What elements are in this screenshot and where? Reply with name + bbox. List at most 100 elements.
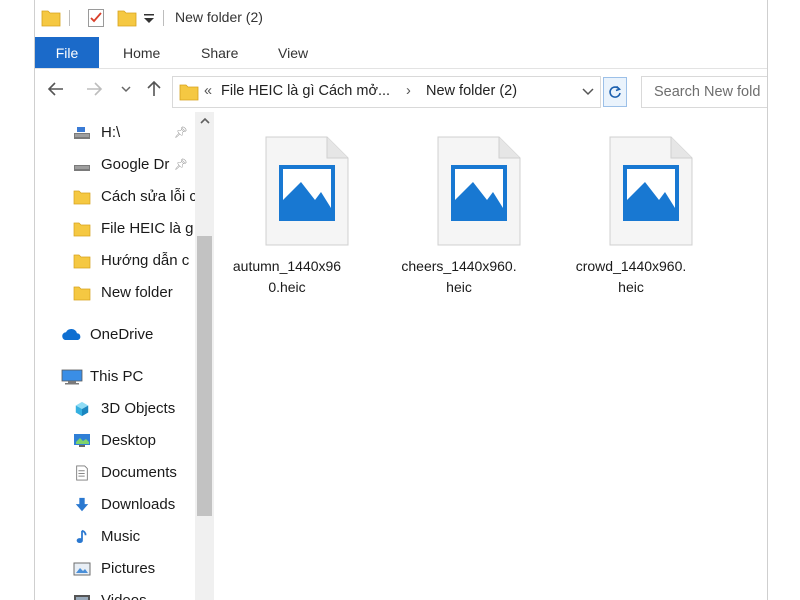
nav-label: Videos <box>101 592 195 600</box>
nav-label: This PC <box>90 368 144 385</box>
pin-icon: 📌︎ <box>174 127 188 139</box>
file-item[interactable]: autumn_1440x96 0.heic <box>217 132 357 302</box>
folder-icon <box>179 84 199 101</box>
file-name-line: heic <box>446 279 472 295</box>
folder-icon <box>73 222 91 237</box>
chevron-up-icon <box>199 117 210 124</box>
nav-item-onedrive[interactable]: OneDrive <box>35 320 215 350</box>
pc-icon <box>61 369 83 385</box>
nav-item-folder[interactable]: Hướng dẫn c <box>35 246 215 276</box>
file-list: autumn_1440x96 0.heic cheers_1440x960. h… <box>217 112 767 600</box>
file-name-line: 0.heic <box>268 279 306 295</box>
drive-icon <box>74 165 90 171</box>
chevron-down-icon[interactable] <box>581 86 595 98</box>
nav-item-desktop[interactable]: Desktop <box>35 426 215 456</box>
arrow-right-icon <box>87 82 103 96</box>
window-title: New folder (2) <box>175 9 263 25</box>
image-file-icon <box>437 136 521 246</box>
pin-icon: 📌︎ <box>174 159 188 171</box>
breadcrumb-current[interactable]: New folder (2) <box>426 83 517 99</box>
file-name-line: cheers_1440x960. <box>401 258 517 274</box>
search-placeholder: Search New fold <box>654 84 761 100</box>
file-name-line: heic <box>618 279 644 295</box>
nav-label: Cách sửa lỗi c <box>101 188 195 205</box>
explorer-window: New folder (2) File Home Share View « Fi… <box>34 0 768 600</box>
tab-share[interactable]: Share <box>201 37 238 68</box>
tab-file[interactable]: File <box>35 37 99 68</box>
music-icon <box>76 529 87 544</box>
nav-item-folder[interactable]: Cách sửa lỗi c <box>35 182 215 212</box>
folder-icon <box>73 254 91 269</box>
recent-locations-button[interactable] <box>120 80 132 102</box>
image-file-icon <box>265 136 349 246</box>
back-button[interactable] <box>47 80 65 102</box>
cube-icon <box>75 401 89 417</box>
scroll-thumb[interactable] <box>197 236 212 516</box>
file-item[interactable]: cheers_1440x960. heic <box>389 132 529 302</box>
arrow-left-icon <box>47 82 63 96</box>
file-name: cheers_1440x960. heic <box>389 256 529 298</box>
arrow-up-icon <box>147 80 161 96</box>
chevron-down-icon <box>121 86 131 93</box>
nav-item-google-drive[interactable]: Google Dr 📌︎ <box>35 150 215 180</box>
documents-icon <box>76 465 88 481</box>
videos-icon <box>74 595 90 600</box>
tab-view[interactable]: View <box>278 37 308 68</box>
breadcrumb-overflow[interactable]: « <box>204 83 212 99</box>
download-icon <box>75 497 89 512</box>
image-file-icon <box>609 136 693 246</box>
nav-item-downloads[interactable]: Downloads <box>35 490 215 520</box>
nav-label: OneDrive <box>90 326 154 343</box>
nav-label: H:\ <box>101 124 121 141</box>
file-name-line: autumn_1440x96 <box>232 258 342 274</box>
search-input[interactable]: Search New fold <box>641 76 767 108</box>
nav-item-music[interactable]: Music <box>35 522 215 552</box>
scroll-up-button[interactable] <box>195 116 214 132</box>
tab-home[interactable]: Home <box>123 37 160 68</box>
nav-label: New folder <box>101 284 173 301</box>
nav-item-folder[interactable]: File HEIC là g <box>35 214 215 244</box>
nav-item-h-drive[interactable]: H:\ 📌︎ <box>35 118 215 148</box>
nav-label: 3D Objects <box>101 400 176 417</box>
refresh-button[interactable] <box>603 77 627 107</box>
nav-label: Documents <box>101 464 177 481</box>
desktop-icon <box>74 434 90 447</box>
nav-scrollbar[interactable] <box>195 112 214 600</box>
up-button[interactable] <box>145 80 163 102</box>
folder-icon <box>41 10 61 27</box>
file-name: crowd_1440x960. heic <box>561 256 701 298</box>
folder-icon <box>73 190 91 205</box>
customize-toolbar-icon[interactable] <box>143 8 155 28</box>
nav-item-videos[interactable]: Videos <box>35 586 215 600</box>
nav-label: Music <box>101 528 141 545</box>
refresh-icon <box>609 85 622 98</box>
navigation-pane: H:\ 📌︎ Google Dr 📌︎ Cách sửa lỗi c File … <box>35 112 215 600</box>
forward-button[interactable] <box>85 80 103 102</box>
title-bar: New folder (2) <box>35 0 767 36</box>
separator <box>69 10 70 26</box>
ribbon: File Home Share View <box>35 37 767 69</box>
nav-item-this-pc[interactable]: This PC <box>35 362 215 392</box>
nav-label: File HEIC là g <box>101 220 194 237</box>
nav-item-folder[interactable]: New folder <box>35 278 215 308</box>
nav-label: Google Dr <box>101 156 170 173</box>
nav-label: Hướng dẫn c <box>101 252 190 269</box>
breadcrumb-item[interactable]: File HEIC là gì Cách mở... <box>221 83 390 99</box>
nav-item-documents[interactable]: Documents <box>35 458 215 488</box>
breadcrumb-separator[interactable]: › <box>406 83 411 99</box>
nav-item-pictures[interactable]: Pictures <box>35 554 215 584</box>
folder-icon <box>73 286 91 301</box>
nav-item-3d-objects[interactable]: 3D Objects <box>35 394 215 424</box>
onedrive-icon <box>62 329 81 340</box>
nav-label: Pictures <box>101 560 156 577</box>
properties-icon[interactable] <box>87 8 105 28</box>
address-bar[interactable]: « File HEIC là gì Cách mở... › New folde… <box>172 76 601 108</box>
nav-label: Desktop <box>101 432 157 449</box>
file-name: autumn_1440x96 0.heic <box>217 256 357 298</box>
pictures-icon <box>73 562 91 576</box>
drive-icon <box>74 127 90 139</box>
file-name-line: crowd_1440x960. <box>575 258 687 274</box>
address-row: « File HEIC là gì Cách mở... › New folde… <box>35 72 767 110</box>
file-item[interactable]: crowd_1440x960. heic <box>561 132 701 302</box>
new-folder-icon[interactable] <box>117 8 137 28</box>
